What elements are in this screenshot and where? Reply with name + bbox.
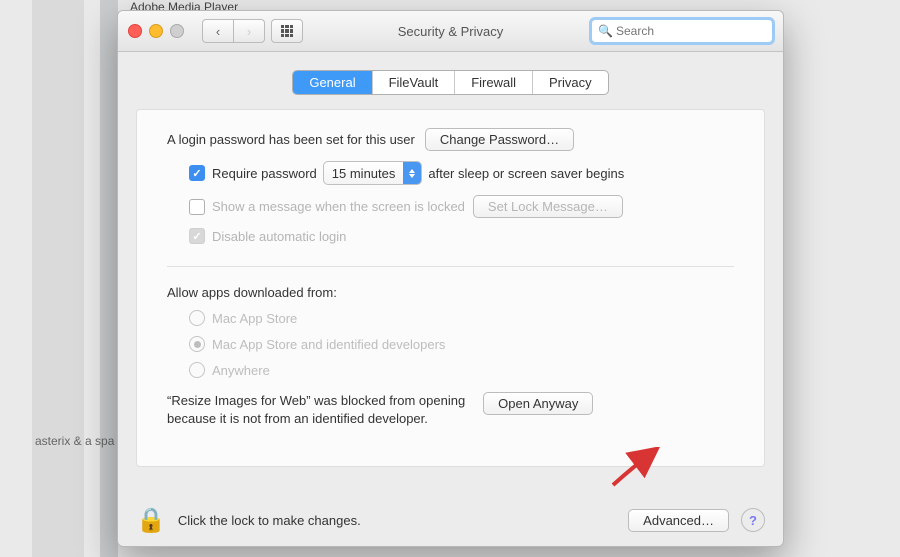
- prefs-window: ‹ › Security & Privacy 🔍 General FileVau…: [117, 10, 784, 547]
- select-value: 15 minutes: [324, 166, 404, 181]
- tab-privacy[interactable]: Privacy: [532, 71, 608, 94]
- require-password-after-label: after sleep or screen saver begins: [428, 166, 624, 181]
- content-panel: A login password has been set for this u…: [136, 109, 765, 467]
- show-message-checkbox[interactable]: [189, 199, 205, 215]
- radio-mas-dev-label: Mac App Store and identified developers: [212, 337, 445, 352]
- radio-mas-label: Mac App Store: [212, 311, 297, 326]
- lock-icon[interactable]: 🔒: [136, 506, 166, 535]
- lock-hint-label: Click the lock to make changes.: [178, 513, 361, 528]
- disable-auto-login-label: Disable automatic login: [212, 229, 346, 244]
- grid-icon: [281, 25, 293, 37]
- show-all-button[interactable]: [271, 19, 303, 43]
- footer: 🔒 Click the lock to make changes. Advanc…: [118, 494, 783, 546]
- show-message-label: Show a message when the screen is locked: [212, 199, 465, 214]
- tab-bar: General FileVault Firewall Privacy: [118, 70, 783, 95]
- advanced-button[interactable]: Advanced…: [628, 509, 729, 532]
- stepper-icon: [403, 162, 421, 184]
- require-password-delay-select[interactable]: 15 minutes: [323, 161, 423, 185]
- zoom-icon: [170, 24, 184, 38]
- require-password-label: Require password: [212, 166, 317, 181]
- traffic-lights: [128, 24, 184, 38]
- chevron-left-icon: ‹: [216, 24, 220, 39]
- disable-auto-login-checkbox[interactable]: [189, 228, 205, 244]
- require-password-checkbox[interactable]: [189, 165, 205, 181]
- minimize-icon[interactable]: [149, 24, 163, 38]
- tab-general[interactable]: General: [293, 71, 371, 94]
- search-icon: 🔍: [598, 24, 613, 38]
- tab-firewall[interactable]: Firewall: [454, 71, 532, 94]
- blocked-app-message: “Resize Images for Web” was blocked from…: [167, 392, 465, 427]
- help-button[interactable]: ?: [741, 508, 765, 532]
- forward-button: ›: [234, 19, 265, 43]
- tab-filevault[interactable]: FileVault: [372, 71, 455, 94]
- radio-anywhere: [189, 362, 205, 378]
- bg-text: asterix & a spa: [35, 434, 114, 448]
- back-button[interactable]: ‹: [202, 19, 234, 43]
- radio-mas: [189, 310, 205, 326]
- open-anyway-button[interactable]: Open Anyway: [483, 392, 593, 415]
- titlebar: ‹ › Security & Privacy 🔍: [118, 11, 783, 52]
- login-password-label: A login password has been set for this u…: [167, 132, 415, 147]
- search-input[interactable]: [591, 19, 773, 43]
- radio-anywhere-label: Anywhere: [212, 363, 270, 378]
- change-password-button[interactable]: Change Password…: [425, 128, 574, 151]
- chevron-right-icon: ›: [247, 24, 251, 39]
- allow-apps-heading: Allow apps downloaded from:: [167, 285, 734, 300]
- radio-mas-dev: [189, 336, 205, 352]
- separator: [167, 266, 734, 267]
- close-icon[interactable]: [128, 24, 142, 38]
- set-lock-message-button: Set Lock Message…: [473, 195, 623, 218]
